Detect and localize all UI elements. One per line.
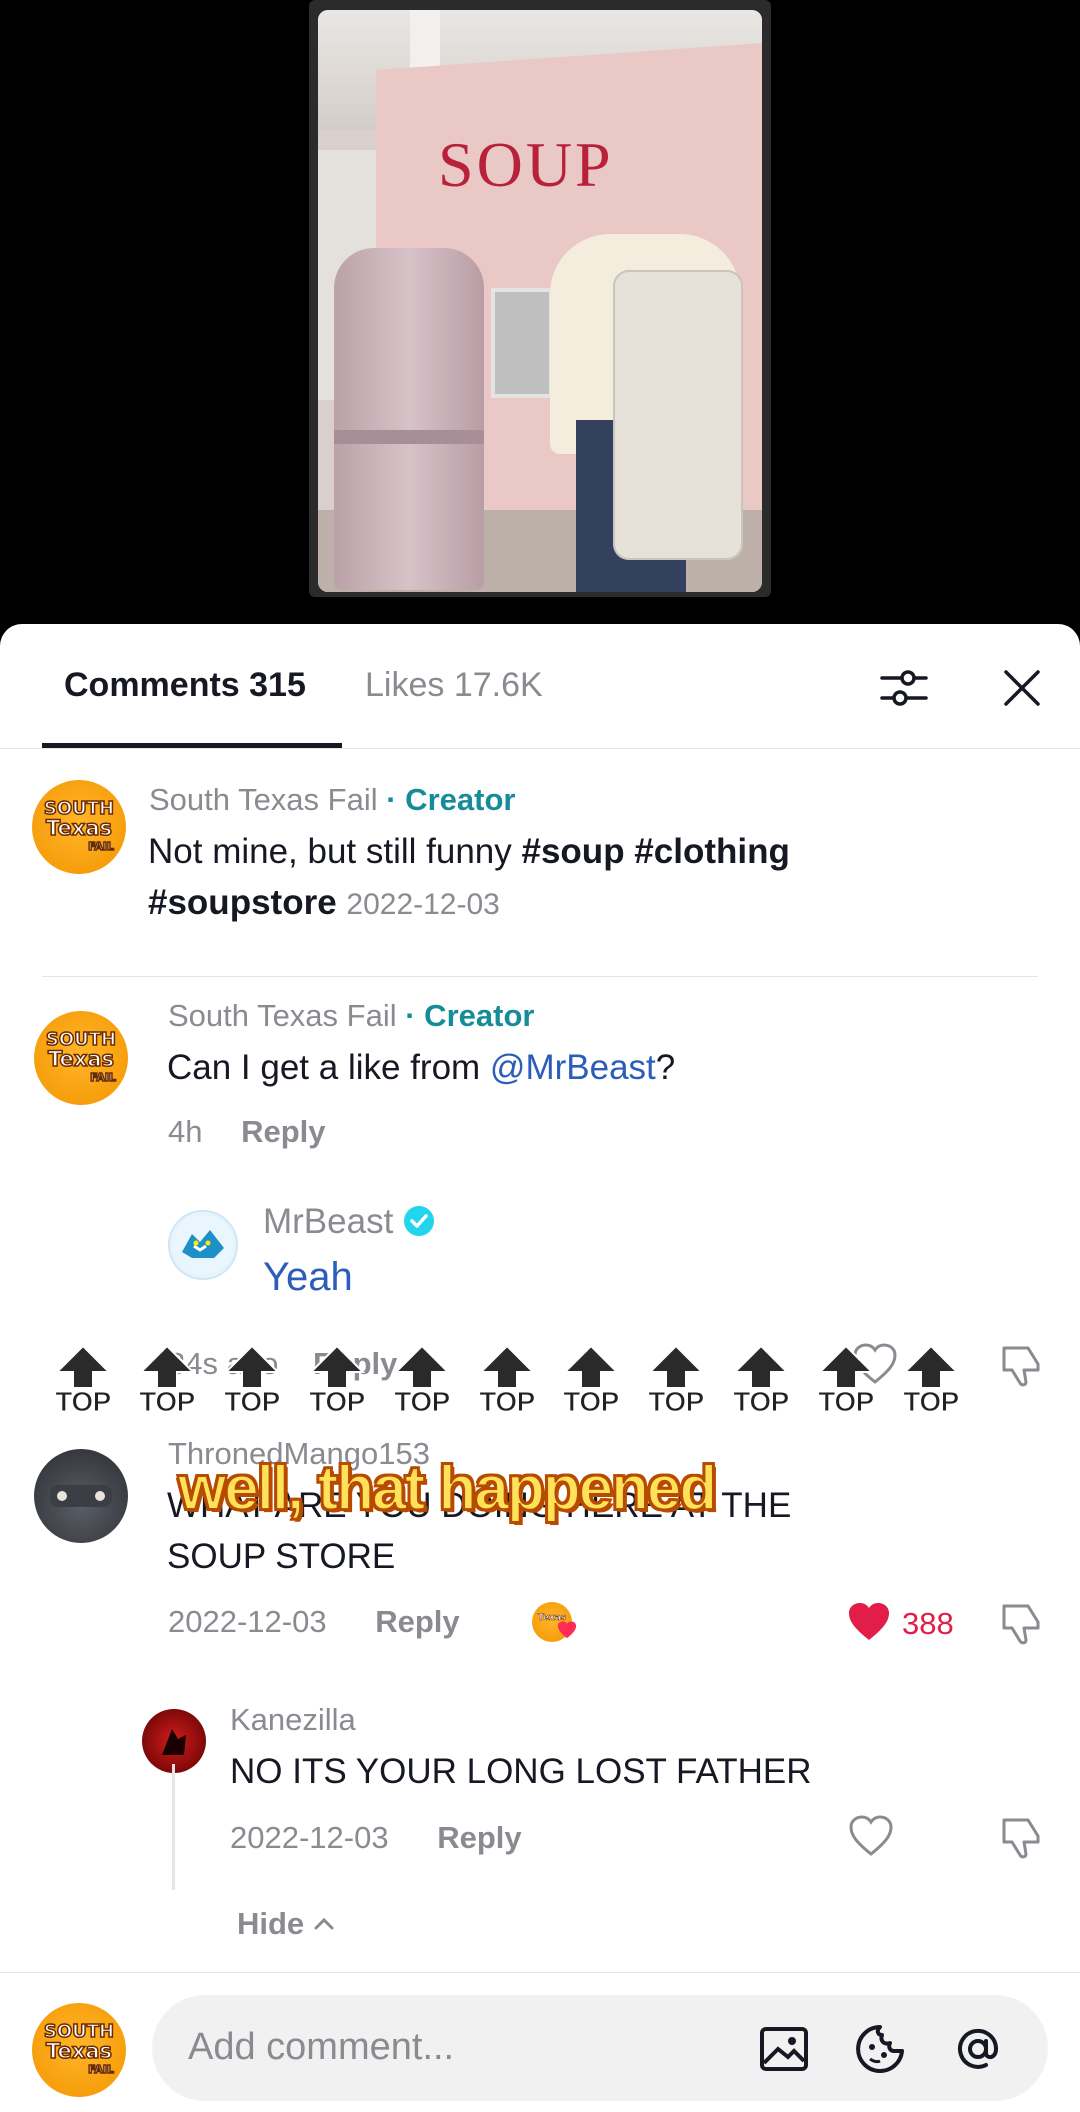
avatar[interactable]: [34, 1449, 128, 1543]
top-arrow-sticker: TOP: [134, 1344, 200, 1428]
video-frame[interactable]: SOUP: [309, 0, 771, 597]
top-arrow-sticker: TOP: [643, 1344, 709, 1428]
tab-bar: Comments 315 Likes 17.6K: [0, 624, 1080, 749]
reply-button[interactable]: Reply: [375, 1604, 459, 1639]
creator-badge: · Creator: [405, 998, 535, 1033]
top-label: TOP: [224, 1386, 281, 1418]
comment-composer: SOUTH Texas FAIL: [0, 1972, 1080, 2112]
comment-author[interactable]: South Texas Fail · Creator: [168, 998, 534, 1034]
up-arrow-icon: [394, 1344, 450, 1389]
chevron-up-icon: [314, 1917, 334, 1930]
creator-badge: · Creator: [386, 782, 516, 817]
verified-icon: [404, 1206, 435, 1236]
top-arrow-sticker: TOP: [389, 1344, 455, 1428]
up-arrow-icon: [479, 1344, 535, 1389]
top-arrow-sticker: TOP: [813, 1344, 879, 1428]
up-arrow-icon: [903, 1344, 959, 1389]
divider: [42, 976, 1038, 977]
comment-author[interactable]: Kanezilla: [230, 1702, 356, 1738]
video-player[interactable]: SOUP: [0, 0, 1080, 625]
like-icon[interactable]: [846, 1600, 892, 1649]
comment-meta: 2022-12-03 Reply: [168, 1604, 460, 1640]
top-label: TOP: [55, 1386, 112, 1418]
top-label: TOP: [309, 1386, 366, 1418]
comment-text: NO ITS YOUR LONG LOST FATHER: [230, 1752, 812, 1791]
up-arrow-icon: [733, 1344, 789, 1389]
comment-text: Can I get a like from @MrBeast?: [167, 1048, 676, 1087]
tab-comments[interactable]: Comments 315: [64, 666, 306, 705]
like-count: 388: [902, 1606, 954, 1641]
top-label: TOP: [733, 1386, 790, 1418]
up-arrow-icon: [309, 1344, 365, 1389]
comment-author[interactable]: South Texas Fail · Creator: [149, 782, 515, 818]
comment-time: 4h: [168, 1114, 203, 1149]
top-arrow-sticker: TOP: [219, 1344, 285, 1428]
top-arrow-sticker: TOP: [50, 1344, 116, 1428]
top-arrow-sticker: TOP: [728, 1344, 794, 1428]
dislike-icon[interactable]: [998, 1814, 1044, 1865]
avatar[interactable]: SOUTH Texas FAIL: [34, 1011, 128, 1105]
comments-sheet: Comments 315 Likes 17.6K SOUTH Texas FAI…: [0, 624, 1080, 2112]
comment-meta: 2022-12-03 Reply: [230, 1820, 522, 1856]
video-thumbnail: SOUP: [318, 10, 762, 592]
comment-author[interactable]: MrBeast: [263, 1202, 435, 1242]
top-label: TOP: [903, 1386, 960, 1418]
up-arrow-icon: [139, 1344, 195, 1389]
up-arrow-icon: [648, 1344, 704, 1389]
caption-date: 2022-12-03: [346, 888, 500, 921]
top-arrow-sticker: TOP: [898, 1344, 964, 1428]
filter-icon[interactable]: [876, 660, 932, 716]
up-arrow-icon: [818, 1344, 874, 1389]
mention-icon[interactable]: [952, 2023, 1004, 2075]
tab-likes[interactable]: Likes 17.6K: [365, 666, 543, 705]
up-arrow-icon: [55, 1344, 111, 1389]
top-arrow-sticker: TOP: [474, 1344, 540, 1428]
comment-date: 2022-12-03: [230, 1820, 389, 1855]
add-comment-input[interactable]: [188, 2023, 748, 2071]
top-label: TOP: [563, 1386, 620, 1418]
comment-date: 2022-12-03: [168, 1604, 327, 1639]
top-label: TOP: [648, 1386, 705, 1418]
avatar[interactable]: [168, 1210, 238, 1280]
emoji-icon[interactable]: [854, 2023, 906, 2075]
close-icon[interactable]: [994, 660, 1050, 716]
top-arrow-sticker: TOP: [558, 1344, 624, 1428]
active-tab-indicator: [42, 743, 342, 748]
comment-meta: 4h Reply: [168, 1114, 326, 1150]
up-arrow-icon: [563, 1344, 619, 1389]
top-label: TOP: [394, 1386, 451, 1418]
like-icon[interactable]: [848, 1814, 894, 1863]
top-label: TOP: [818, 1386, 875, 1418]
up-arrow-icon: [224, 1344, 280, 1389]
mention-link[interactable]: @MrBeast: [490, 1048, 656, 1087]
reply-button[interactable]: Reply: [241, 1114, 325, 1149]
top-label: TOP: [479, 1386, 536, 1418]
top-label: TOP: [139, 1386, 196, 1418]
video-caption-overlay: well, that happened: [177, 1453, 718, 1524]
hashtag[interactable]: #soupstore: [148, 883, 337, 922]
dislike-icon[interactable]: [998, 1342, 1044, 1393]
comment-text: Yeah: [263, 1255, 353, 1299]
heart-icon: [557, 1621, 577, 1639]
avatar[interactable]: SOUTH Texas FAIL: [32, 2003, 126, 2097]
store-sign: SOUP: [438, 129, 614, 200]
image-icon[interactable]: [758, 2023, 810, 2075]
hide-replies-button[interactable]: Hide: [237, 1906, 335, 1942]
thread-line: [172, 1764, 175, 1890]
dislike-icon[interactable]: [998, 1600, 1044, 1651]
top-arrow-sticker: TOP: [304, 1344, 370, 1428]
hashtag[interactable]: #soup #clothing: [522, 832, 790, 871]
caption-text: Not mine, but still funny #soup #clothin…: [148, 832, 790, 922]
comment-input-pill: [152, 1995, 1048, 2101]
avatar[interactable]: SOUTH Texas FAIL: [32, 780, 126, 874]
reply-button[interactable]: Reply: [437, 1820, 521, 1855]
